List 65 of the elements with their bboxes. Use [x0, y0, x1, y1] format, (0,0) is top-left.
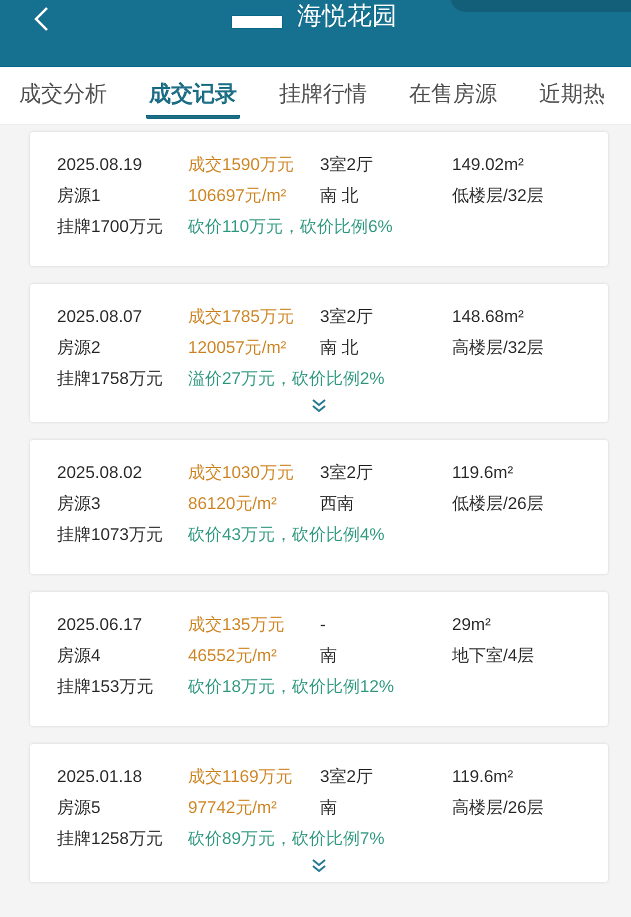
record-date: 2025.08.19: [57, 154, 144, 176]
unit-price: 86120元/m²: [188, 493, 278, 515]
floor-area: 119.6m²: [452, 761, 608, 792]
floor-level: 高楼层/32层: [452, 337, 545, 359]
orientation: 南: [320, 797, 338, 819]
floor-area: 29m²: [452, 609, 608, 640]
record-date: 2025.06.17: [57, 614, 144, 636]
deal-price: 成交135万元: [188, 614, 286, 636]
unit-price: 97742元/m²: [188, 797, 278, 819]
discount-text: 溢价27万元，砍价比例2%: [188, 368, 386, 390]
floor-area: 148.68m²: [452, 301, 608, 332]
orientation: 南 北: [320, 185, 360, 207]
deal-price: 成交1030万元: [188, 462, 295, 484]
orientation: 南 北: [320, 337, 360, 359]
listing-label: 房源2: [57, 337, 102, 359]
record-date: 2025.01.18: [57, 766, 144, 788]
unit-price: 106697元/m²: [188, 185, 288, 207]
list-price: 挂牌1758万元: [57, 368, 164, 390]
record-card[interactable]: 2025.01.18 成交1169万元 3室2厅 119.6m² 房源5 97742元/m² 南 高楼层/26层 挂牌1258万元 砍价89万元，砍价比例7%: [30, 744, 608, 882]
discount-text: 砍价43万元，砍价比例4%: [188, 524, 386, 546]
list-price: 挂牌1258万元: [57, 828, 164, 850]
record-card[interactable]: 2025.08.19 成交1590万元 3室2厅 149.02m² 房源1 106697元/m² 南 北 低楼层/32层 挂牌1700万元 砍价110万元，砍价比例6%: [30, 132, 608, 266]
tab[interactable]: 成交分析: [16, 79, 110, 119]
list-price: 挂牌153万元: [57, 676, 154, 698]
floor-level: 地下室/4层: [452, 645, 536, 667]
tab[interactable]: 近期热: [536, 79, 608, 119]
tab[interactable]: 挂牌行情: [276, 79, 370, 119]
floor-area: 119.6m²: [452, 457, 608, 488]
room-layout: -: [320, 614, 327, 636]
record-date: 2025.08.07: [57, 306, 144, 328]
expand-chevron-icon[interactable]: [311, 858, 327, 874]
discount-text: 砍价110万元，砍价比例6%: [188, 216, 394, 238]
deal-price: 成交1590万元: [188, 154, 295, 176]
room-layout: 3室2厅: [320, 766, 374, 788]
list-price: 挂牌1700万元: [57, 216, 164, 238]
room-layout: 3室2厅: [320, 462, 374, 484]
floor-area: 149.02m²: [452, 149, 608, 180]
orientation: 南: [320, 645, 338, 667]
listing-label: 房源1: [57, 185, 102, 207]
record-card[interactable]: 2025.08.02 成交1030万元 3室2厅 119.6m² 房源3 86120元/m² 西南 低楼层/26层 挂牌1073万元 砍价43万元，砍价比例4%: [30, 440, 608, 574]
back-icon[interactable]: [33, 6, 49, 32]
floor-level: 低楼层/32层: [452, 185, 545, 207]
unit-price: 120057元/m²: [188, 337, 288, 359]
record-card[interactable]: 2025.08.07 成交1785万元 3室2厅 148.68m² 房源2 120057元/m² 南 北 高楼层/32层 挂牌1758万元 溢价27万元，砍价比例2%: [30, 284, 608, 422]
tab[interactable]: 在售房源: [406, 79, 500, 119]
page-title: 海悦花园: [297, 1, 397, 32]
room-layout: 3室2厅: [320, 154, 374, 176]
record-date: 2025.08.02: [57, 462, 144, 484]
redaction-block: [232, 16, 282, 28]
discount-text: 砍价89万元，砍价比例7%: [188, 828, 386, 850]
deal-price: 成交1785万元: [188, 306, 295, 328]
record-card[interactable]: 2025.06.17 成交135万元 - 29m² 房源4 46552元/m² 南 地下室/4层 挂牌153万元 砍价18万元，砍价比例12%: [30, 592, 608, 726]
listing-label: 房源5: [57, 797, 102, 819]
list-price: 挂牌1073万元: [57, 524, 164, 546]
expand-chevron-icon[interactable]: [311, 398, 327, 414]
listing-label: 房源4: [57, 645, 102, 667]
tab[interactable]: 成交记录: [146, 79, 240, 119]
discount-text: 砍价18万元，砍价比例12%: [188, 676, 395, 698]
listing-label: 房源3: [57, 493, 102, 515]
room-layout: 3室2厅: [320, 306, 374, 328]
floor-level: 高楼层/26层: [452, 797, 545, 819]
floor-level: 低楼层/26层: [452, 493, 545, 515]
orientation: 西南: [320, 493, 355, 515]
deal-price: 成交1169万元: [188, 766, 294, 788]
unit-price: 46552元/m²: [188, 645, 278, 667]
